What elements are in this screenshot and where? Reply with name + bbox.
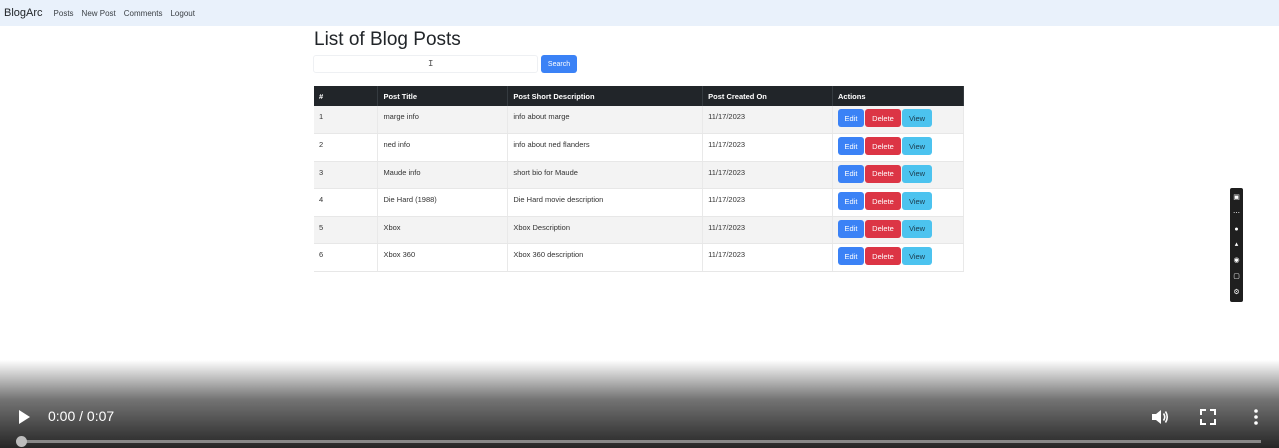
post-description: info about marge	[507, 106, 704, 134]
play-icon[interactable]	[16, 408, 32, 426]
delete-button[interactable]: Delete	[865, 164, 902, 183]
post-description: Die Hard movie description	[507, 188, 704, 217]
edit-button[interactable]: Edit	[838, 247, 865, 265]
row-actions: Edit Delete View	[832, 243, 964, 272]
webcam-icon[interactable]: ◉	[1233, 257, 1239, 264]
column-header-description: Post Short Description	[507, 86, 704, 106]
nav-link-posts[interactable]: Posts	[54, 9, 74, 18]
view-button[interactable]: View	[902, 137, 933, 155]
table-header-row: # Post Title Post Short Description Post…	[314, 86, 964, 106]
post-description: Xbox 360 description	[507, 243, 704, 272]
row-number: 1	[314, 106, 379, 134]
edit-button[interactable]: Edit	[838, 192, 865, 210]
edit-button[interactable]: Edit	[838, 109, 865, 127]
post-created-on: 11/17/2023	[702, 188, 834, 217]
view-button[interactable]: View	[902, 164, 933, 183]
video-controls-overlay	[0, 360, 1279, 448]
search-button[interactable]: Search	[541, 55, 577, 73]
row-number: 4	[314, 188, 379, 217]
top-navbar: BlogArc Posts New Post Comments Logout	[0, 0, 1279, 26]
more-icon[interactable]: ⋯	[1233, 210, 1240, 217]
nav-link-logout[interactable]: Logout	[170, 9, 194, 18]
column-header-title: Post Title	[377, 86, 509, 106]
post-title: marge info	[377, 106, 509, 134]
time-display: 0:00 / 0:07	[48, 408, 115, 424]
table-row: 1 marge info info about marge 11/17/2023 Edi…	[314, 106, 964, 134]
delete-button[interactable]: Delete	[865, 192, 902, 210]
post-title: Die Hard (1988)	[377, 188, 509, 217]
nav-link-new-post[interactable]: New Post	[82, 9, 116, 18]
more-options-icon[interactable]	[1246, 407, 1266, 427]
edit-button[interactable]: Edit	[838, 164, 865, 183]
row-actions: Edit Delete View	[832, 161, 964, 189]
post-created-on: 11/17/2023	[702, 243, 834, 272]
nav-link-comments[interactable]: Comments	[124, 9, 163, 18]
view-button[interactable]: View	[902, 219, 933, 238]
row-actions: Edit Delete View	[832, 133, 964, 162]
post-description: Xbox Description	[507, 216, 704, 244]
row-number: 6	[314, 243, 379, 272]
camera-icon[interactable]: ▣	[1233, 194, 1240, 201]
edit-button[interactable]: Edit	[838, 137, 865, 155]
volume-icon[interactable]	[1150, 407, 1170, 427]
table-row: 2 ned info info about ned flanders 11/17/20…	[314, 133, 964, 162]
brand-logo[interactable]: BlogArc	[4, 7, 43, 19]
row-actions: Edit Delete View	[832, 216, 964, 244]
delete-button[interactable]: Delete	[865, 109, 902, 127]
pages-icon[interactable]: ▢	[1233, 273, 1240, 280]
delete-button[interactable]: Delete	[865, 137, 902, 155]
post-created-on: 11/17/2023	[702, 133, 834, 162]
edit-button[interactable]: Edit	[838, 219, 865, 238]
table-row: 3 Maude info short bio for Maude 11/17/2023…	[314, 161, 964, 189]
view-button[interactable]: View	[902, 247, 933, 265]
post-created-on: 11/17/2023	[702, 161, 834, 189]
post-title: Xbox	[377, 216, 509, 244]
row-actions: Edit Delete View	[832, 106, 964, 134]
post-title: Xbox 360	[377, 243, 509, 272]
column-header-number: #	[314, 86, 379, 106]
post-description: info about ned flanders	[507, 133, 704, 162]
posts-table: # Post Title Post Short Description Post…	[314, 86, 964, 272]
volume-icon[interactable]: ▴	[1235, 241, 1239, 248]
progress-bar[interactable]	[19, 440, 1261, 443]
column-header-created-on: Post Created On	[702, 86, 834, 106]
table-row: 6 Xbox 360 Xbox 360 description 11/17/2023 E…	[314, 243, 964, 272]
post-created-on: 11/17/2023	[702, 216, 834, 244]
progress-thumb[interactable]	[16, 436, 27, 447]
table-row: 5 Xbox Xbox Description 11/17/2023 Edit Delet…	[314, 216, 964, 244]
row-number: 2	[314, 133, 379, 162]
row-number: 3	[314, 161, 379, 189]
view-button[interactable]: View	[902, 109, 933, 127]
recorder-toolbar: ▣ ⋯ ● ▴ ◉ ▢ ⚙	[1230, 188, 1243, 302]
search-input[interactable]	[313, 55, 538, 73]
column-header-actions: Actions	[832, 86, 964, 106]
post-created-on: 11/17/2023	[702, 106, 834, 134]
page-title: List of Blog Posts	[314, 29, 461, 50]
text-cursor-icon: I	[428, 59, 434, 69]
post-title: Maude info	[377, 161, 509, 189]
row-actions: Edit Delete View	[832, 188, 964, 217]
mic-icon[interactable]: ●	[1234, 226, 1238, 233]
delete-button[interactable]: Delete	[865, 247, 902, 265]
post-description: short bio for Maude	[507, 161, 704, 189]
delete-button[interactable]: Delete	[865, 219, 902, 238]
row-number: 5	[314, 216, 379, 244]
settings-icon[interactable]: ⚙	[1233, 289, 1239, 296]
fullscreen-icon[interactable]	[1198, 407, 1218, 427]
view-button[interactable]: View	[902, 192, 933, 210]
table-row: 4 Die Hard (1988) Die Hard movie descripti…	[314, 188, 964, 217]
post-title: ned info	[377, 133, 509, 162]
